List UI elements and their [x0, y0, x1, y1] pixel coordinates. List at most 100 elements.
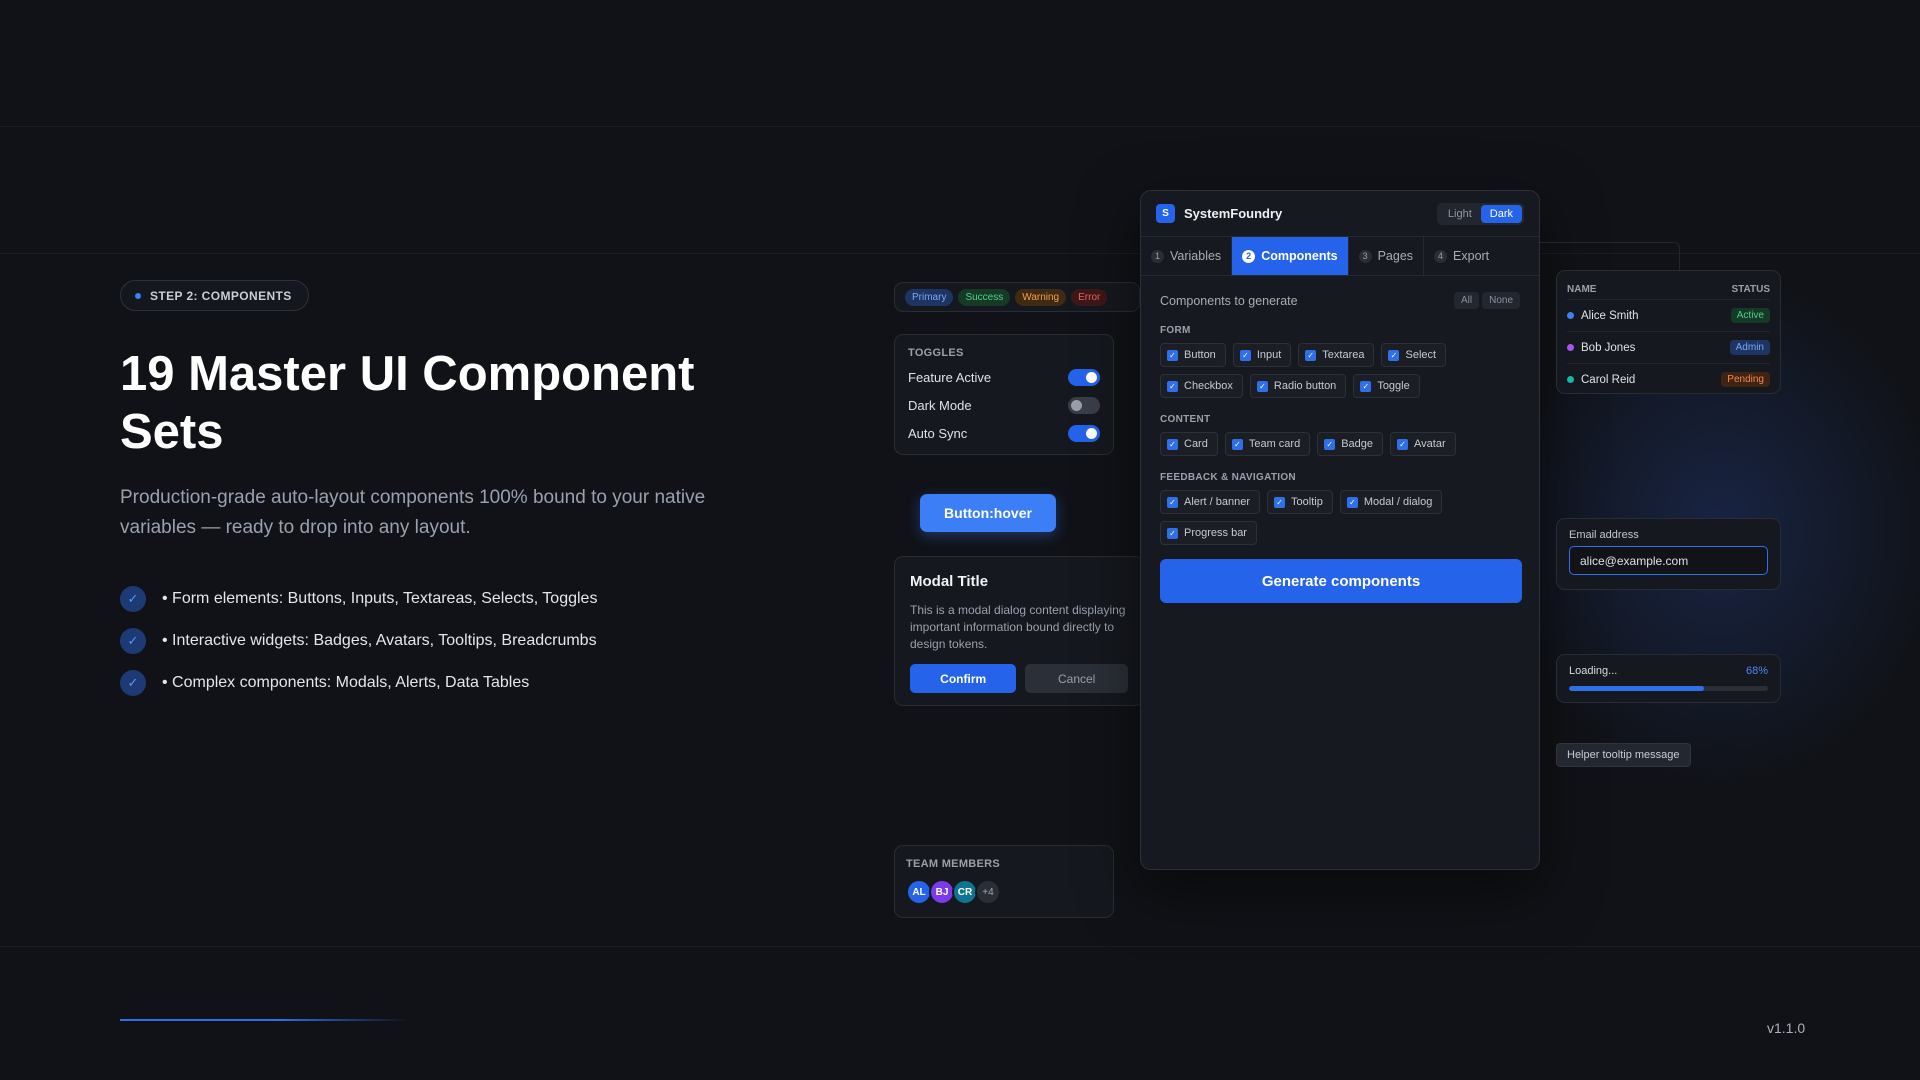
- option-checkbox[interactable]: ✓ Checkbox: [1160, 374, 1243, 398]
- option-label: Avatar: [1414, 438, 1446, 450]
- logo-icon: S: [1156, 204, 1175, 223]
- cancel-button[interactable]: Cancel: [1025, 664, 1128, 693]
- step-badge: STEP 2: COMPONENTS: [120, 280, 309, 311]
- badges-card: Primary Success Warning Error: [894, 282, 1140, 312]
- checkbox-checked-icon: ✓: [1305, 349, 1317, 361]
- panel-header: S SystemFoundry Light Dark: [1141, 191, 1539, 236]
- team-card: TEAM MEMBERS AL BJ CR +4: [894, 845, 1114, 918]
- auto-sync-toggle[interactable]: [1068, 424, 1100, 442]
- select-all-button[interactable]: All: [1453, 292, 1480, 309]
- option-input[interactable]: ✓ Input: [1232, 343, 1292, 367]
- avatar-overflow[interactable]: +4: [975, 879, 1001, 905]
- form-options: ✓ Button ✓ Input ✓ Textarea ✓ Select ✓ Checkb…: [1160, 343, 1520, 398]
- checkbox-checked-icon: ✓: [1167, 438, 1178, 450]
- step-label: STEP 2: COMPONENTS: [150, 288, 292, 303]
- tab-number: 4: [1434, 249, 1448, 263]
- status-dot-icon: [1567, 312, 1574, 319]
- tab-variables[interactable]: 1 Variables: [1141, 237, 1233, 275]
- row-name-text: Bob Jones: [1581, 341, 1636, 354]
- feature-text: • Complex components: Modals, Alerts, Da…: [162, 674, 530, 691]
- option-label: Radio button: [1273, 380, 1337, 392]
- generate-components-button[interactable]: Generate components: [1160, 559, 1522, 603]
- checkbox-checked-icon: ✓: [1274, 496, 1286, 508]
- email-label: Email address: [1569, 529, 1639, 541]
- checkbox-checked-icon: ✓: [1167, 349, 1178, 361]
- option-button[interactable]: ✓ Button: [1160, 343, 1226, 367]
- table-row[interactable]: Bob Jones Admin: [1567, 331, 1770, 363]
- feature-active-toggle[interactable]: [1068, 368, 1100, 386]
- group-title-content: CONTENT: [1160, 414, 1211, 425]
- tab-pages[interactable]: 3 Pages: [1349, 237, 1425, 275]
- option-label: Checkbox: [1184, 380, 1233, 392]
- progress-header: Loading... 68%: [1569, 665, 1768, 677]
- table-row[interactable]: Carol Reid Pending: [1567, 363, 1770, 395]
- feature-text: • Form elements: Buttons, Inputs, Textar…: [162, 590, 598, 607]
- table-header: NAME STATUS: [1567, 279, 1770, 299]
- modal-actions: Confirm Cancel: [910, 664, 1128, 693]
- tab-number: 1: [1151, 249, 1164, 263]
- option-badge[interactable]: ✓ Badge: [1317, 432, 1384, 456]
- option-label: Select: [1405, 349, 1437, 361]
- progress-label: Loading...: [1569, 665, 1618, 677]
- option-alert-banner[interactable]: ✓ Alert / banner: [1160, 490, 1261, 514]
- option-tooltip[interactable]: ✓ Tooltip: [1267, 490, 1333, 514]
- avatar-stack: AL BJ CR +4: [906, 879, 1102, 905]
- check-icon: ✓: [120, 586, 146, 612]
- theme-light-button[interactable]: Light: [1439, 205, 1481, 223]
- checkbox-checked-icon: ✓: [1239, 349, 1251, 361]
- email-field[interactable]: [1569, 546, 1768, 575]
- option-avatar[interactable]: ✓ Avatar: [1390, 432, 1456, 456]
- progress-percent: 68%: [1745, 665, 1768, 677]
- feature-list: ✓ • Form elements: Buttons, Inputs, Text…: [120, 578, 597, 704]
- status-badge: Pending: [1721, 372, 1770, 387]
- checkbox-checked-icon: ✓: [1324, 438, 1336, 450]
- content-options: ✓ Card ✓ Team card ✓ Badge ✓ Avatar: [1160, 432, 1520, 456]
- feature-item: ✓ • Interactive widgets: Badges, Avatars…: [120, 620, 597, 662]
- button-hover-preview[interactable]: Button:hover: [920, 494, 1056, 532]
- confirm-button[interactable]: Confirm: [910, 664, 1017, 693]
- check-icon: ✓: [120, 670, 146, 696]
- badge-success: Success: [958, 288, 1011, 306]
- option-select[interactable]: ✓ Select: [1381, 343, 1447, 367]
- step-progress-line: [120, 1019, 410, 1021]
- option-progress-bar[interactable]: ✓ Progress bar: [1160, 521, 1257, 545]
- checkbox-checked-icon: ✓: [1167, 496, 1178, 508]
- toggle-label: Dark Mode: [908, 397, 972, 413]
- feature-text: • Interactive widgets: Badges, Avatars, …: [162, 632, 597, 649]
- tab-export[interactable]: 4 Export: [1424, 237, 1499, 275]
- tab-components[interactable]: 2 Components: [1232, 237, 1349, 275]
- theme-dark-button[interactable]: Dark: [1480, 204, 1522, 223]
- row-name: Carol Reid: [1567, 374, 1635, 386]
- select-none-button[interactable]: None: [1482, 292, 1520, 309]
- version-label: v1.1.0: [1767, 1020, 1806, 1036]
- option-label: Badge: [1341, 438, 1374, 450]
- modal-title: Modal Title: [910, 573, 989, 590]
- tab-label: Pages: [1377, 249, 1414, 263]
- plugin-panel: S SystemFoundry Light Dark 1 Variables 2…: [1140, 190, 1540, 870]
- badge-warning: Warning: [1015, 288, 1067, 306]
- option-team-card[interactable]: ✓ Team card: [1224, 432, 1311, 456]
- status-dot-icon: [1567, 376, 1574, 383]
- team-title: TEAM MEMBERS: [906, 858, 1001, 870]
- hero-subtitle: Production-grade auto-layout components …: [120, 487, 706, 538]
- option-card[interactable]: ✓ Card: [1160, 432, 1218, 456]
- select-buttons: All None: [1453, 292, 1520, 309]
- dark-mode-toggle[interactable]: [1068, 396, 1100, 414]
- step-tabs: 1 Variables 2 Components 3 Pages 4 Expor…: [1141, 236, 1539, 276]
- badge-primary: Primary: [905, 288, 954, 306]
- helper-tooltip: Helper tooltip message: [1556, 743, 1691, 767]
- group-title-form: FORM: [1160, 325, 1191, 336]
- checkbox-checked-icon: ✓: [1167, 527, 1178, 539]
- generate-header: Components to generate All None: [1160, 292, 1520, 309]
- option-label: Toggle: [1377, 380, 1410, 392]
- toggle-label: Feature Active: [908, 369, 992, 385]
- option-radio-button[interactable]: ✓ Radio button: [1249, 374, 1347, 398]
- option-modal-dialog[interactable]: ✓ Modal / dialog: [1339, 490, 1443, 514]
- background-frame: [1540, 242, 1680, 272]
- badge-error: Error: [1071, 288, 1108, 306]
- option-toggle[interactable]: ✓ Toggle: [1353, 374, 1420, 398]
- checkbox-checked-icon: ✓: [1388, 349, 1400, 361]
- step-dot-icon: [135, 292, 141, 299]
- option-textarea[interactable]: ✓ Textarea: [1298, 343, 1375, 367]
- table-row[interactable]: Alice Smith Active: [1567, 299, 1770, 331]
